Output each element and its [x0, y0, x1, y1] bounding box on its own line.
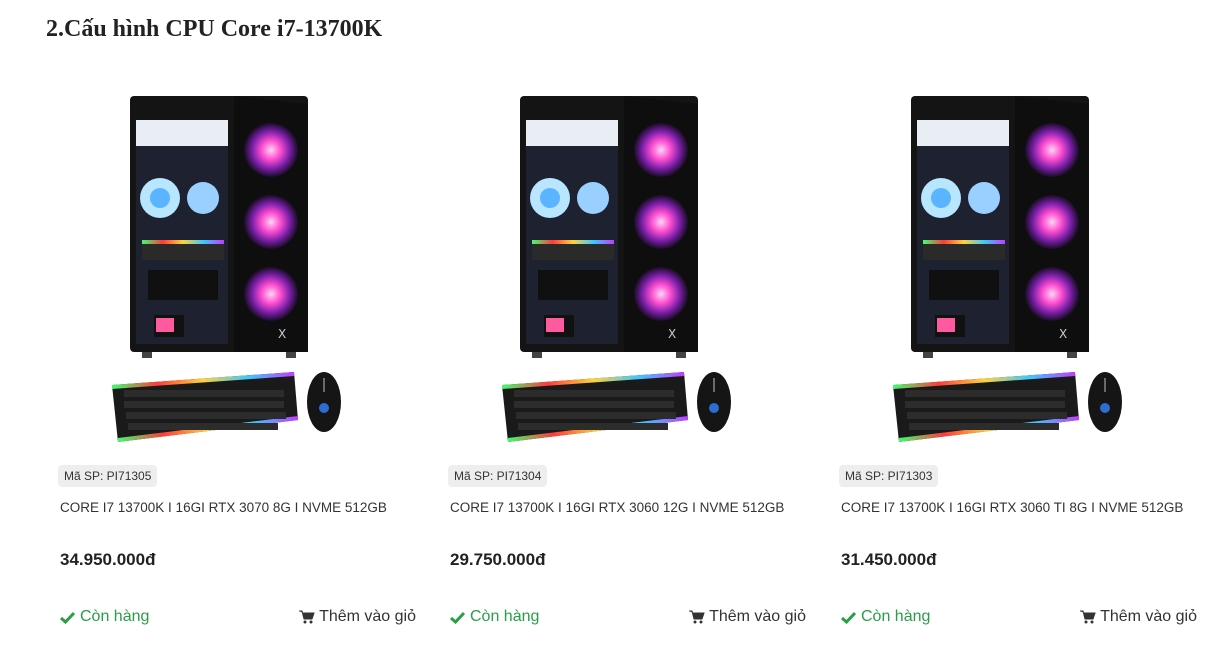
sku-badge: Mã SP: PI71305	[58, 465, 158, 487]
add-to-cart-button[interactable]: Thêm vào giỏ	[299, 608, 416, 626]
product-name-link[interactable]: CORE I7 13700K I 16GI RTX 3060 12G I NVM…	[450, 500, 805, 515]
product-card: X Mã SP: PI71305 CORE I7 13700K I 16GI R…	[56, 80, 416, 650]
product-name-link[interactable]: CORE I7 13700K I 16GI RTX 3060 TI 8G I N…	[841, 500, 1196, 515]
stock-status-label: Còn hàng	[861, 608, 931, 625]
svg-text:X: X	[668, 327, 676, 341]
stock-status-label: Còn hàng	[80, 608, 150, 625]
add-to-cart-label: Thêm vào giỏ	[1100, 608, 1197, 625]
check-icon	[841, 611, 856, 624]
product-name-link[interactable]: CORE I7 13700K I 16GI RTX 3070 8G I NVME…	[60, 500, 415, 515]
stock-status: Còn hàng	[841, 608, 930, 626]
check-icon	[60, 611, 75, 624]
stock-status-label: Còn hàng	[470, 608, 540, 625]
section-title: 2.Cấu hình CPU Core i7-13700K	[46, 16, 383, 42]
product-image[interactable]: X	[108, 90, 358, 450]
add-to-cart-label: Thêm vào giỏ	[709, 608, 806, 625]
shopping-cart-icon	[299, 610, 315, 624]
sku-badge: Mã SP: PI71304	[448, 465, 548, 487]
stock-status: Còn hàng	[60, 608, 149, 626]
product-image[interactable]: X	[498, 90, 748, 450]
product-card: X Mã SP: PI71303 CORE I7 13700K I 16GI R…	[837, 80, 1197, 650]
svg-text:X: X	[278, 327, 286, 341]
stock-status: Còn hàng	[450, 608, 539, 626]
product-price: 34.950.000đ	[60, 550, 156, 569]
add-to-cart-button[interactable]: Thêm vào giỏ	[689, 608, 806, 626]
product-price: 29.750.000đ	[450, 550, 546, 569]
sku-badge: Mã SP: PI71303	[839, 465, 939, 487]
product-card: X Mã SP: PI71304 CORE I7 13700K I 16GI R…	[446, 80, 806, 650]
check-icon	[450, 611, 465, 624]
shopping-cart-icon	[1080, 610, 1096, 624]
add-to-cart-button[interactable]: Thêm vào giỏ	[1080, 608, 1197, 626]
svg-text:X: X	[1059, 327, 1067, 341]
product-price: 31.450.000đ	[841, 550, 937, 569]
shopping-cart-icon	[689, 610, 705, 624]
product-image[interactable]: X	[889, 90, 1139, 450]
add-to-cart-label: Thêm vào giỏ	[319, 608, 416, 625]
